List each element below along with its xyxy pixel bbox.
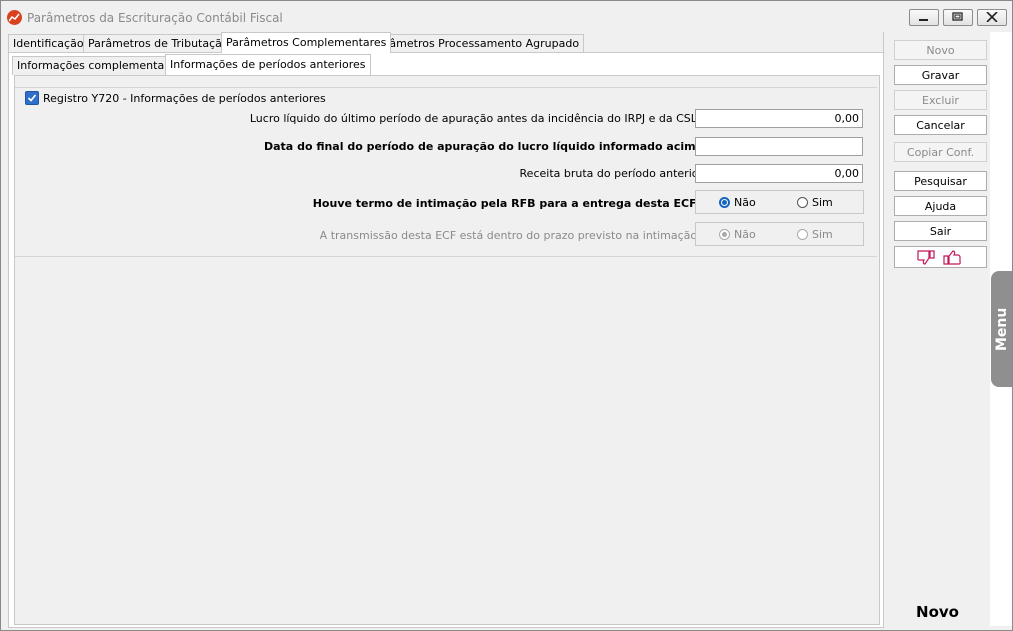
sub-tab-strip: Informações complementares Informações d… [12,54,880,76]
window-title: Parâmetros da Escrituração Contábil Fisc… [27,11,283,25]
thumbs-up-icon[interactable] [943,250,961,265]
menu-tab-label: Menu [994,307,1010,351]
tab-parametros-complementares[interactable]: Parâmetros Complementares [221,32,392,53]
cancelar-button[interactable]: Cancelar [894,115,987,135]
termo-intimacao-sim-radio[interactable]: Sim [797,196,833,209]
registro-y720-checkbox[interactable]: Registro Y720 - Informações de períodos … [25,91,330,105]
tab-informacoes-complementares[interactable]: Informações complementares [12,56,186,75]
radio-sim-label: Sim [812,228,833,241]
close-button[interactable] [977,9,1007,26]
radio-nao-label: Não [734,228,756,241]
receita-bruta-label: Receita bruta do período anterior [519,167,703,180]
tab-identificacao[interactable]: Identificação [8,34,89,53]
app-logo-icon [7,10,22,25]
mode-status-label: Novo [916,603,959,621]
maximize-button[interactable] [943,9,973,26]
radio-selected-disabled-icon[interactable] [719,229,730,240]
radio-sim-label: Sim [812,196,833,209]
lucro-liquido-label: Lucro líquido do último período de apura… [249,112,703,125]
excluir-button[interactable]: Excluir [894,90,987,110]
radio-selected-icon[interactable] [719,197,730,208]
sub-tab-panel: Registro Y720 - Informações de períodos … [14,75,880,625]
thumbs-down-icon[interactable] [917,250,935,265]
prazo-intimacao-sim-radio[interactable]: Sim [797,228,833,241]
menu-drawer-tab[interactable]: Menu [991,271,1012,387]
main-window: Parâmetros da Escrituração Contábil Fisc… [0,0,1013,631]
prazo-intimacao-radio-group: Não Sim [695,222,864,246]
termo-intimacao-radio-group: Não Sim [695,190,864,214]
radio-unselected-disabled-icon[interactable] [797,229,808,240]
lucro-liquido-input[interactable]: 0,00 [695,109,863,128]
prazo-intimacao-label: A transmissão desta ECF está dentro do p… [319,229,703,242]
tab-informacoes-periodos-anteriores[interactable]: Informações de períodos anteriores [165,54,371,75]
top-tab-strip: Identificação Parâmetros de Tributação P… [8,32,882,54]
pesquisar-button[interactable]: Pesquisar [894,171,987,191]
prazo-intimacao-nao-radio[interactable]: Não [719,228,756,241]
data-final-periodo-input[interactable] [695,137,863,156]
registro-y720-label: Registro Y720 - Informações de períodos … [43,91,326,105]
title-bar: Parâmetros da Escrituração Contábil Fisc… [1,1,1012,32]
feedback-button[interactable] [894,246,987,268]
copiar-conf-button[interactable]: Copiar Conf. [894,142,987,162]
tab-parametros-processamento-agrupado[interactable]: Parâmetros Processamento Agrupado [367,34,585,53]
tab-parametros-tributacao[interactable]: Parâmetros de Tributação [83,34,234,53]
novo-button[interactable]: Novo [894,40,987,60]
gravar-button[interactable]: Gravar [894,65,987,85]
sair-button[interactable]: Sair [894,221,987,241]
action-sidebar: Novo Gravar Excluir Cancelar Copiar Conf… [883,32,991,626]
checkbox-checked-icon[interactable] [25,91,39,105]
termo-intimacao-label: Houve termo de intimação pela RFB para a… [312,197,703,210]
registro-y720-group: Registro Y720 - Informações de períodos … [15,87,877,257]
ajuda-button[interactable]: Ajuda [894,196,987,216]
radio-nao-label: Não [734,196,756,209]
tab-panel: Informações complementares Informações d… [8,52,884,628]
termo-intimacao-nao-radio[interactable]: Não [719,196,756,209]
data-final-periodo-label: Data do final do período de apuração do … [264,140,703,153]
minimize-button[interactable] [909,9,939,26]
content-area: Identificação Parâmetros de Tributação P… [6,32,884,628]
radio-unselected-icon[interactable] [797,197,808,208]
receita-bruta-input[interactable]: 0,00 [695,164,863,183]
